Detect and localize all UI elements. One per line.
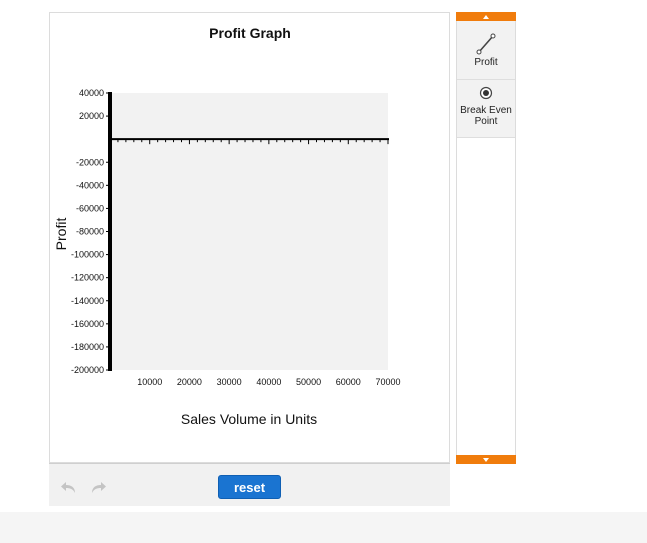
x-tick-label: 20000 xyxy=(177,377,202,387)
x-axis-label: Sales Volume in Units xyxy=(181,411,317,427)
y-tick-label: -100000 xyxy=(71,250,104,260)
point-icon xyxy=(479,86,493,100)
bottom-toolbar: reset xyxy=(49,463,450,506)
profit-graph[interactable]: Profit Graph 40000 20000 -20000 -40000 -6000… xyxy=(50,13,449,462)
x-tick-label: 50000 xyxy=(296,377,321,387)
y-tick-label: -160000 xyxy=(71,319,104,329)
line-segment-icon xyxy=(476,33,496,55)
scroll-down-button[interactable] xyxy=(456,455,516,464)
x-tick-label: 70000 xyxy=(375,377,400,387)
x-tick-label: 30000 xyxy=(217,377,242,387)
tool-label-break-even-line2: Point xyxy=(474,116,498,127)
tool-label-break-even-line1: Break Even xyxy=(460,105,512,116)
y-tick-label: -80000 xyxy=(76,227,104,237)
y-tick-label: 20000 xyxy=(79,111,104,121)
reset-button[interactable]: reset xyxy=(218,475,281,499)
page-footer-strip xyxy=(0,512,647,543)
y-tick-label: -40000 xyxy=(76,180,104,190)
y-tick-label: 40000 xyxy=(79,88,104,98)
arrow-down-icon xyxy=(483,457,489,462)
y-tick-label: -200000 xyxy=(71,365,104,375)
y-tick-label: -20000 xyxy=(76,157,104,167)
x-tick-label: 60000 xyxy=(336,377,361,387)
y-tick-label: -140000 xyxy=(71,296,104,306)
y-tick-label: -60000 xyxy=(76,203,104,213)
y-axis-label: Profit xyxy=(53,218,69,251)
graph-title: Profit Graph xyxy=(209,25,291,41)
tool-break-even-point[interactable]: Break Even Point xyxy=(457,80,515,138)
x-tick-label: 10000 xyxy=(137,377,162,387)
plot-area[interactable] xyxy=(110,93,388,370)
y-tick-label: -120000 xyxy=(71,273,104,283)
tool-profit[interactable]: Profit xyxy=(457,21,515,80)
graph-panel: Profit Graph 40000 20000 -20000 -40000 -6000… xyxy=(49,12,450,463)
tool-panel: Profit Break Even Point xyxy=(456,12,516,464)
scroll-up-button[interactable] xyxy=(456,12,516,21)
tool-label-profit: Profit xyxy=(474,57,498,68)
undo-icon[interactable] xyxy=(60,480,78,494)
y-tick-label: -180000 xyxy=(71,342,104,352)
x-tick-label: 40000 xyxy=(256,377,281,387)
redo-icon[interactable] xyxy=(89,480,107,494)
arrow-up-icon xyxy=(483,14,489,19)
